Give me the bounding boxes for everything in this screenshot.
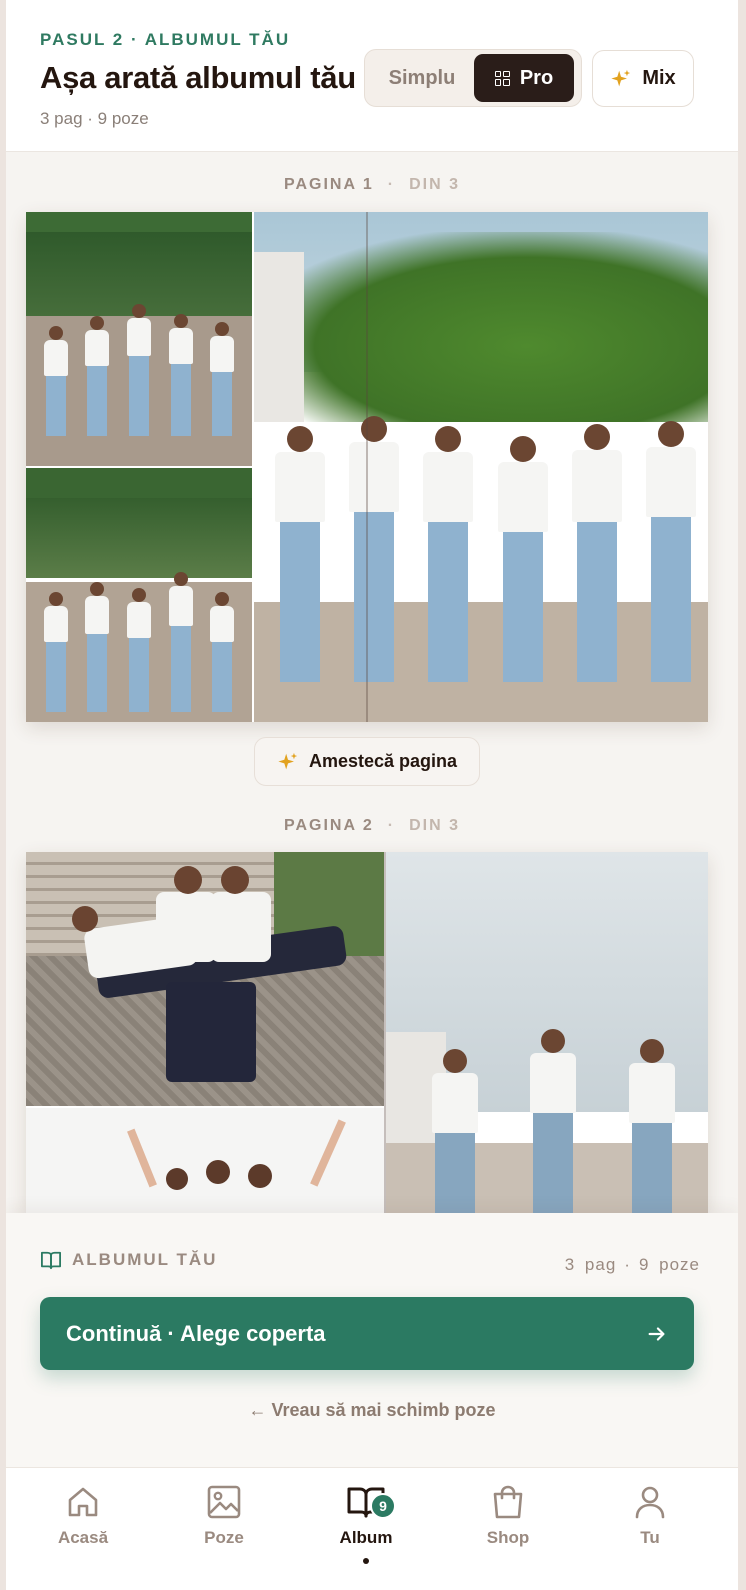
page-number: PAGINA 1 — [283, 176, 374, 193]
active-indicator — [363, 1558, 369, 1564]
user-icon — [635, 1486, 665, 1519]
page-1-label: PAGINA 1 · DIN 3 — [283, 176, 461, 193]
page-number: PAGINA 2 — [283, 817, 374, 834]
page-2-spread[interactable] — [26, 852, 708, 1213]
album-summary-sheet: ALBUMUL TĂU 3 pag · 9 poze Continuă · Aleg… — [6, 1213, 738, 1467]
tab-profile[interactable]: Tu — [590, 1482, 710, 1548]
image-icon — [207, 1485, 241, 1519]
photo-slot[interactable] — [254, 212, 708, 722]
page-subtitle: 3 pag · 9 poze — [40, 109, 149, 128]
spread-fold — [366, 212, 368, 722]
sheet-title: ALBUMUL TĂU — [40, 1250, 217, 1270]
photo-slot[interactable] — [26, 1108, 384, 1213]
mode-pro-button[interactable]: Pro — [474, 54, 574, 102]
arrow-right-icon — [648, 1326, 665, 1341]
sheet-title-label: ALBUMUL TĂU — [72, 1250, 218, 1269]
header: PASUL 2 · ALBUMUL TĂU Așa arată albumul … — [6, 0, 738, 152]
continue-choose-cover-button[interactable]: Continuă · Alege coperta — [40, 1297, 694, 1370]
photo-slot[interactable] — [386, 852, 708, 1213]
sparkle-icon — [611, 69, 631, 86]
tab-home[interactable]: Acasă — [23, 1482, 143, 1548]
cta-label: Continuă · Alege coperta — [66, 1320, 326, 1346]
photo-slot[interactable] — [26, 468, 252, 722]
app-window: PASUL 2 · ALBUMUL TĂU Așa arată albumul … — [6, 0, 738, 1590]
bag-icon — [493, 1485, 523, 1519]
mode-pro-label: Pro — [519, 66, 554, 89]
photos-count: 9 poze — [638, 1255, 700, 1274]
mix-button[interactable]: Mix — [592, 50, 694, 107]
page-1-spread[interactable] — [26, 212, 708, 722]
photo-slot[interactable] — [26, 212, 252, 466]
tab-label: Tu — [640, 1528, 660, 1547]
shuffle-page-label: Amestecă pagina — [308, 751, 458, 771]
tab-label: Shop — [486, 1528, 530, 1547]
tab-label: Album — [339, 1528, 393, 1547]
pages-count: 3 pag — [564, 1255, 617, 1274]
tab-photos[interactable]: Poze — [164, 1482, 284, 1548]
mode-simple-button[interactable]: Simplu — [370, 54, 474, 102]
grid-icon — [494, 70, 510, 86]
page-total: DIN 3 — [409, 817, 461, 834]
album-stats: 3 pag · 9 poze — [564, 1255, 700, 1274]
photo-slot[interactable] — [26, 852, 384, 1106]
page-title: Așa arată albumul tău — [40, 60, 356, 95]
tab-shop[interactable]: Shop — [448, 1482, 568, 1548]
spread-fold — [384, 852, 386, 1213]
page-total: DIN 3 — [409, 176, 461, 193]
shuffle-page-button[interactable]: Amestecă pagina — [254, 737, 480, 786]
tab-album[interactable]: 9 Album — [306, 1482, 426, 1564]
mix-label: Mix — [642, 67, 676, 89]
change-photos-link[interactable]: ← Vreau să mai schimb poze — [6, 1400, 738, 1421]
book-icon — [41, 1251, 61, 1270]
layout-mode-toggle: Simplu Pro — [364, 49, 582, 107]
tab-label: Poze — [204, 1528, 244, 1547]
sparkle-icon — [278, 752, 298, 769]
home-icon — [68, 1487, 98, 1517]
bottom-tab-bar: Acasă Poze 9 Album Shop Tu — [6, 1467, 738, 1590]
step-label: PASUL 2 · ALBUMUL TĂU — [40, 30, 291, 49]
page-2-label: PAGINA 2 · DIN 3 — [283, 817, 461, 834]
tab-label: Acasă — [57, 1528, 109, 1547]
album-count-badge: 9 — [370, 1493, 396, 1519]
